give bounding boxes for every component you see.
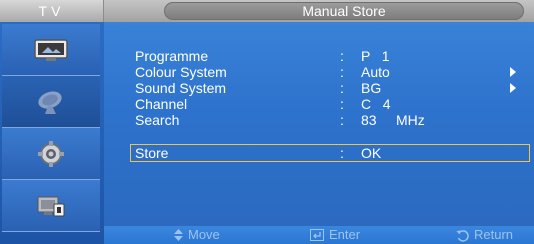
menu-row-colour-system[interactable]: Colour System : Auto — [132, 65, 532, 79]
sidebar-item-channel[interactable] — [2, 76, 100, 128]
sidebar-title: TV — [0, 0, 104, 22]
row-separator: : — [340, 112, 344, 128]
updown-arrow-icon — [174, 229, 183, 241]
enter-hint: Enter — [310, 226, 360, 244]
row-separator: : — [340, 48, 344, 64]
menu-row-sound-system[interactable]: Sound System : BG — [132, 81, 532, 95]
row-value: 83 MHz — [361, 112, 425, 128]
row-value: Auto — [361, 64, 390, 80]
page-title: Manual Store — [164, 2, 524, 20]
row-separator: : — [340, 145, 344, 161]
move-hint-label: Move — [188, 227, 220, 242]
satellite-dish-icon — [38, 90, 62, 114]
gear-icon — [38, 140, 64, 167]
menu-row-programme[interactable]: Programme : P 1 — [132, 49, 532, 63]
row-value: BG — [361, 80, 382, 96]
input-source-icon — [37, 196, 65, 216]
return-hint-label: Return — [474, 227, 514, 242]
manual-store-panel: Manual Store Programme : P 1 Colour Syst… — [104, 0, 534, 226]
row-label: Store — [135, 145, 169, 161]
row-separator: : — [340, 64, 344, 80]
row-separator: : — [340, 80, 344, 96]
enter-icon — [310, 229, 324, 241]
row-label: Colour System — [135, 64, 227, 80]
key-guide-bar: Move Enter Return — [104, 226, 534, 244]
row-separator: : — [340, 96, 344, 112]
chevron-right-icon — [510, 67, 516, 77]
row-value: C 4 — [361, 96, 391, 112]
row-label: Sound System — [135, 80, 227, 96]
menu-row-store[interactable]: Store : OK — [130, 144, 530, 162]
sidebar: TV — [0, 0, 104, 244]
row-label: Channel — [135, 96, 188, 112]
move-hint: Move — [174, 226, 220, 244]
menu-row-search[interactable]: Search : 83 MHz — [132, 113, 532, 127]
return-icon — [456, 229, 469, 242]
menu-row-channel[interactable]: Channel : C 4 — [132, 97, 532, 111]
panel-header: Manual Store — [104, 0, 534, 22]
tv-picture-icon — [34, 38, 68, 61]
row-value: OK — [361, 145, 382, 161]
chevron-right-icon — [510, 83, 516, 93]
row-label: Programme — [135, 48, 209, 64]
return-hint: Return — [456, 226, 513, 244]
sidebar-item-setup[interactable] — [2, 128, 100, 180]
enter-hint-label: Enter — [329, 227, 361, 242]
sidebar-item-input[interactable] — [2, 180, 100, 232]
sidebar-item-picture[interactable] — [2, 24, 100, 76]
row-label: Search — [135, 112, 180, 128]
row-value: P 1 — [361, 48, 390, 64]
